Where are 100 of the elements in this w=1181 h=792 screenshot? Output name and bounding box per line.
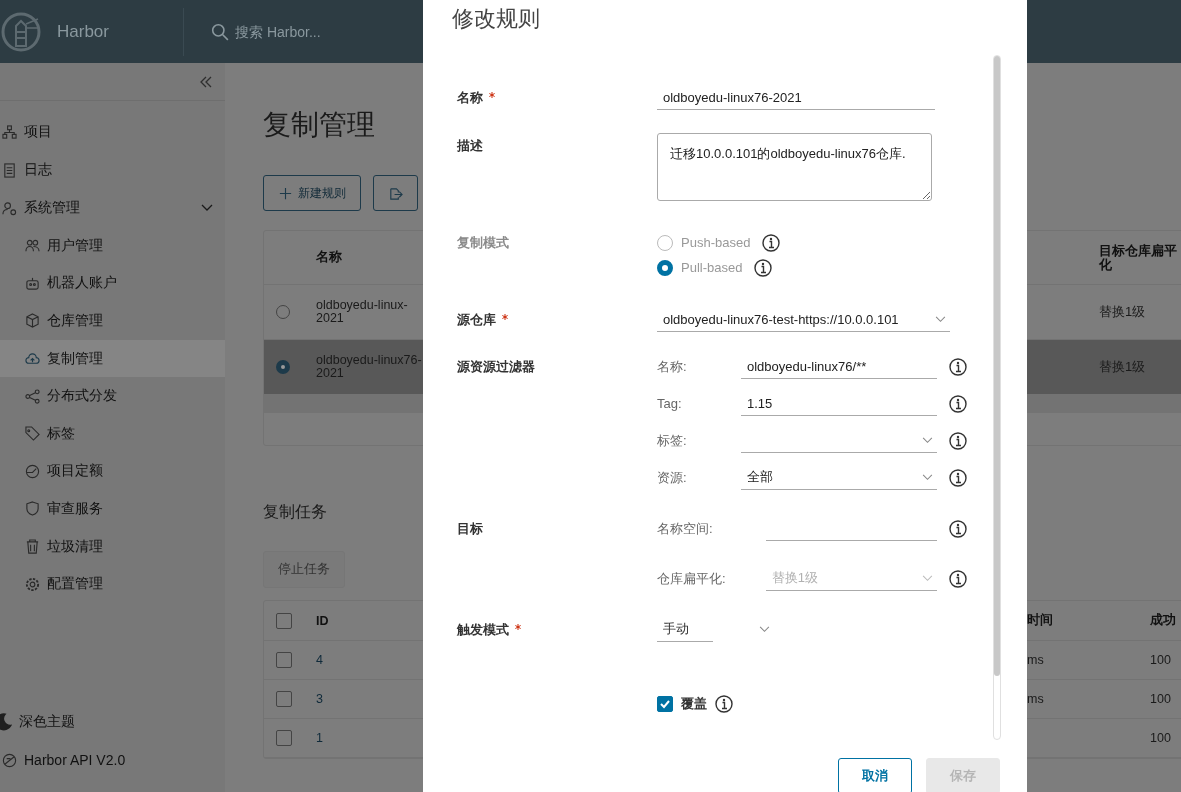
table-cell: 100: [1150, 653, 1171, 667]
field-label: 源仓库: [457, 311, 508, 329]
dialog-title: 修改规则: [451, 5, 541, 33]
info-icon[interactable]: [949, 569, 967, 588]
checkbox[interactable]: [276, 691, 292, 707]
option-label: Pull-based: [681, 260, 743, 275]
nav-item[interactable]: Harbor API V2.0: [0, 741, 225, 779]
info-icon[interactable]: [715, 694, 733, 713]
cloud-icon: [25, 351, 40, 367]
column-header: 成功: [1150, 612, 1176, 629]
chevron-down-icon: [759, 626, 770, 633]
lighthouse-logo-icon: [1, 11, 41, 52]
brand-name: Harbor: [57, 21, 110, 42]
task-id-link[interactable]: 1: [316, 731, 323, 745]
field-label: 名称空间:: [657, 519, 714, 538]
checkbox[interactable]: [276, 652, 292, 668]
nav-item[interactable]: 机器人账户: [0, 264, 225, 303]
info-icon[interactable]: [949, 431, 967, 450]
column-header: ID: [316, 613, 329, 628]
input-field[interactable]: oldboyedu-linux76/**: [741, 354, 937, 379]
field-label: 名称:: [657, 357, 688, 376]
nav-item[interactable]: 标签: [0, 414, 225, 453]
field-label: 触发模式: [457, 621, 521, 639]
dropdown-field[interactable]: oldboyedu-linux76-test-https://10.0.0.101: [657, 307, 950, 332]
table-cell: ms: [1027, 653, 1044, 667]
field-label: 源资源过滤器: [457, 358, 535, 376]
nav-item[interactable]: 深色主题: [0, 703, 225, 741]
table-cell: 替换1级: [1099, 305, 1146, 319]
export-button[interactable]: [373, 175, 418, 211]
section-title: 复制任务: [263, 502, 328, 522]
column-header: 时间: [1027, 612, 1053, 629]
info-icon[interactable]: [949, 468, 967, 487]
checkbox-label: 覆盖: [681, 694, 707, 713]
gauge-icon: [25, 463, 40, 479]
new-rule-button[interactable]: 新建规则: [263, 175, 361, 211]
robot-icon: [25, 275, 40, 291]
nav-item[interactable]: 配置管理: [0, 565, 225, 603]
field-label: 标签:: [657, 431, 688, 450]
nav-item[interactable]: 用户管理: [0, 227, 225, 265]
shield-icon: [25, 501, 40, 517]
search-icon: [211, 22, 229, 41]
export-icon: [388, 185, 403, 201]
field-label: 目标: [457, 520, 483, 538]
task-id-link[interactable]: 3: [316, 692, 323, 706]
trash-icon: [25, 539, 40, 555]
table-cell-text: oldboyedu-linux-2021: [316, 299, 409, 325]
tag-icon: [25, 426, 40, 442]
checkbox[interactable]: [276, 612, 292, 629]
dropdown-field[interactable]: 手动: [657, 617, 993, 642]
collapse-icon[interactable]: [199, 75, 213, 88]
input-field[interactable]: 1.15: [741, 391, 937, 416]
column-header: 目标仓库扁平化: [1098, 241, 1178, 274]
gear-icon: [25, 576, 40, 592]
share-icon: [25, 388, 40, 404]
nav-item[interactable]: 复制管理: [0, 339, 225, 378]
table-cell: 100: [1150, 731, 1171, 745]
description-textarea[interactable]: 迁移10.0.0.101的oldboyedu-linux76仓库.: [657, 133, 932, 201]
nav-item[interactable]: 日志: [0, 151, 225, 189]
dropdown-field[interactable]: 全部: [741, 465, 937, 490]
chevron-down-icon: [922, 574, 933, 582]
api-icon: [2, 752, 17, 768]
field-label: 描述: [457, 137, 483, 155]
chevron-down-icon: [922, 436, 933, 444]
page-title: 复制管理: [263, 108, 376, 142]
nav-item[interactable]: 项目定额: [0, 452, 225, 491]
cancel-button[interactable]: 取消: [838, 758, 912, 792]
info-icon[interactable]: [949, 519, 967, 538]
info-icon[interactable]: [949, 357, 967, 376]
admin-icon: [2, 200, 17, 216]
table-cell: ms: [1027, 692, 1044, 706]
search-field[interactable]: 搜索 Harbor...: [233, 22, 387, 41]
table-cell: 100: [1150, 692, 1171, 706]
users-icon: [25, 238, 40, 254]
info-icon[interactable]: [949, 394, 967, 413]
nav-item[interactable]: 垃圾清理: [0, 527, 225, 566]
table-cell: 替换1级: [1099, 360, 1146, 374]
option-label: Push-based: [681, 235, 751, 250]
project-icon: [2, 124, 17, 140]
nav-item[interactable]: 系统管理: [0, 189, 225, 227]
info-icon[interactable]: [762, 233, 781, 252]
task-id-link[interactable]: 4: [316, 653, 323, 667]
checkbox[interactable]: [276, 730, 292, 746]
log-icon: [2, 162, 17, 178]
nav-item[interactable]: 分布式分发: [0, 377, 225, 415]
info-icon[interactable]: [754, 258, 773, 277]
field-label: 仓库扁平化:: [657, 569, 727, 588]
nav-item[interactable]: 审查服务: [0, 490, 225, 528]
checkbox[interactable]: [657, 695, 673, 712]
column-header: 名称: [315, 249, 343, 266]
field-label: 复制模式: [457, 234, 509, 252]
new-icon: [278, 185, 293, 201]
chevron-down-icon: [935, 315, 946, 323]
field-label: 名称: [457, 89, 495, 107]
radio-button[interactable]: [276, 360, 290, 374]
nav-item[interactable]: 项目: [0, 113, 225, 151]
chevron-down-icon: [922, 473, 933, 481]
name-input[interactable]: oldboyedu-linux76-2021: [657, 85, 935, 110]
box-icon: [25, 313, 40, 329]
nav-item[interactable]: 仓库管理: [0, 302, 225, 340]
field-label: 资源:: [657, 468, 688, 487]
